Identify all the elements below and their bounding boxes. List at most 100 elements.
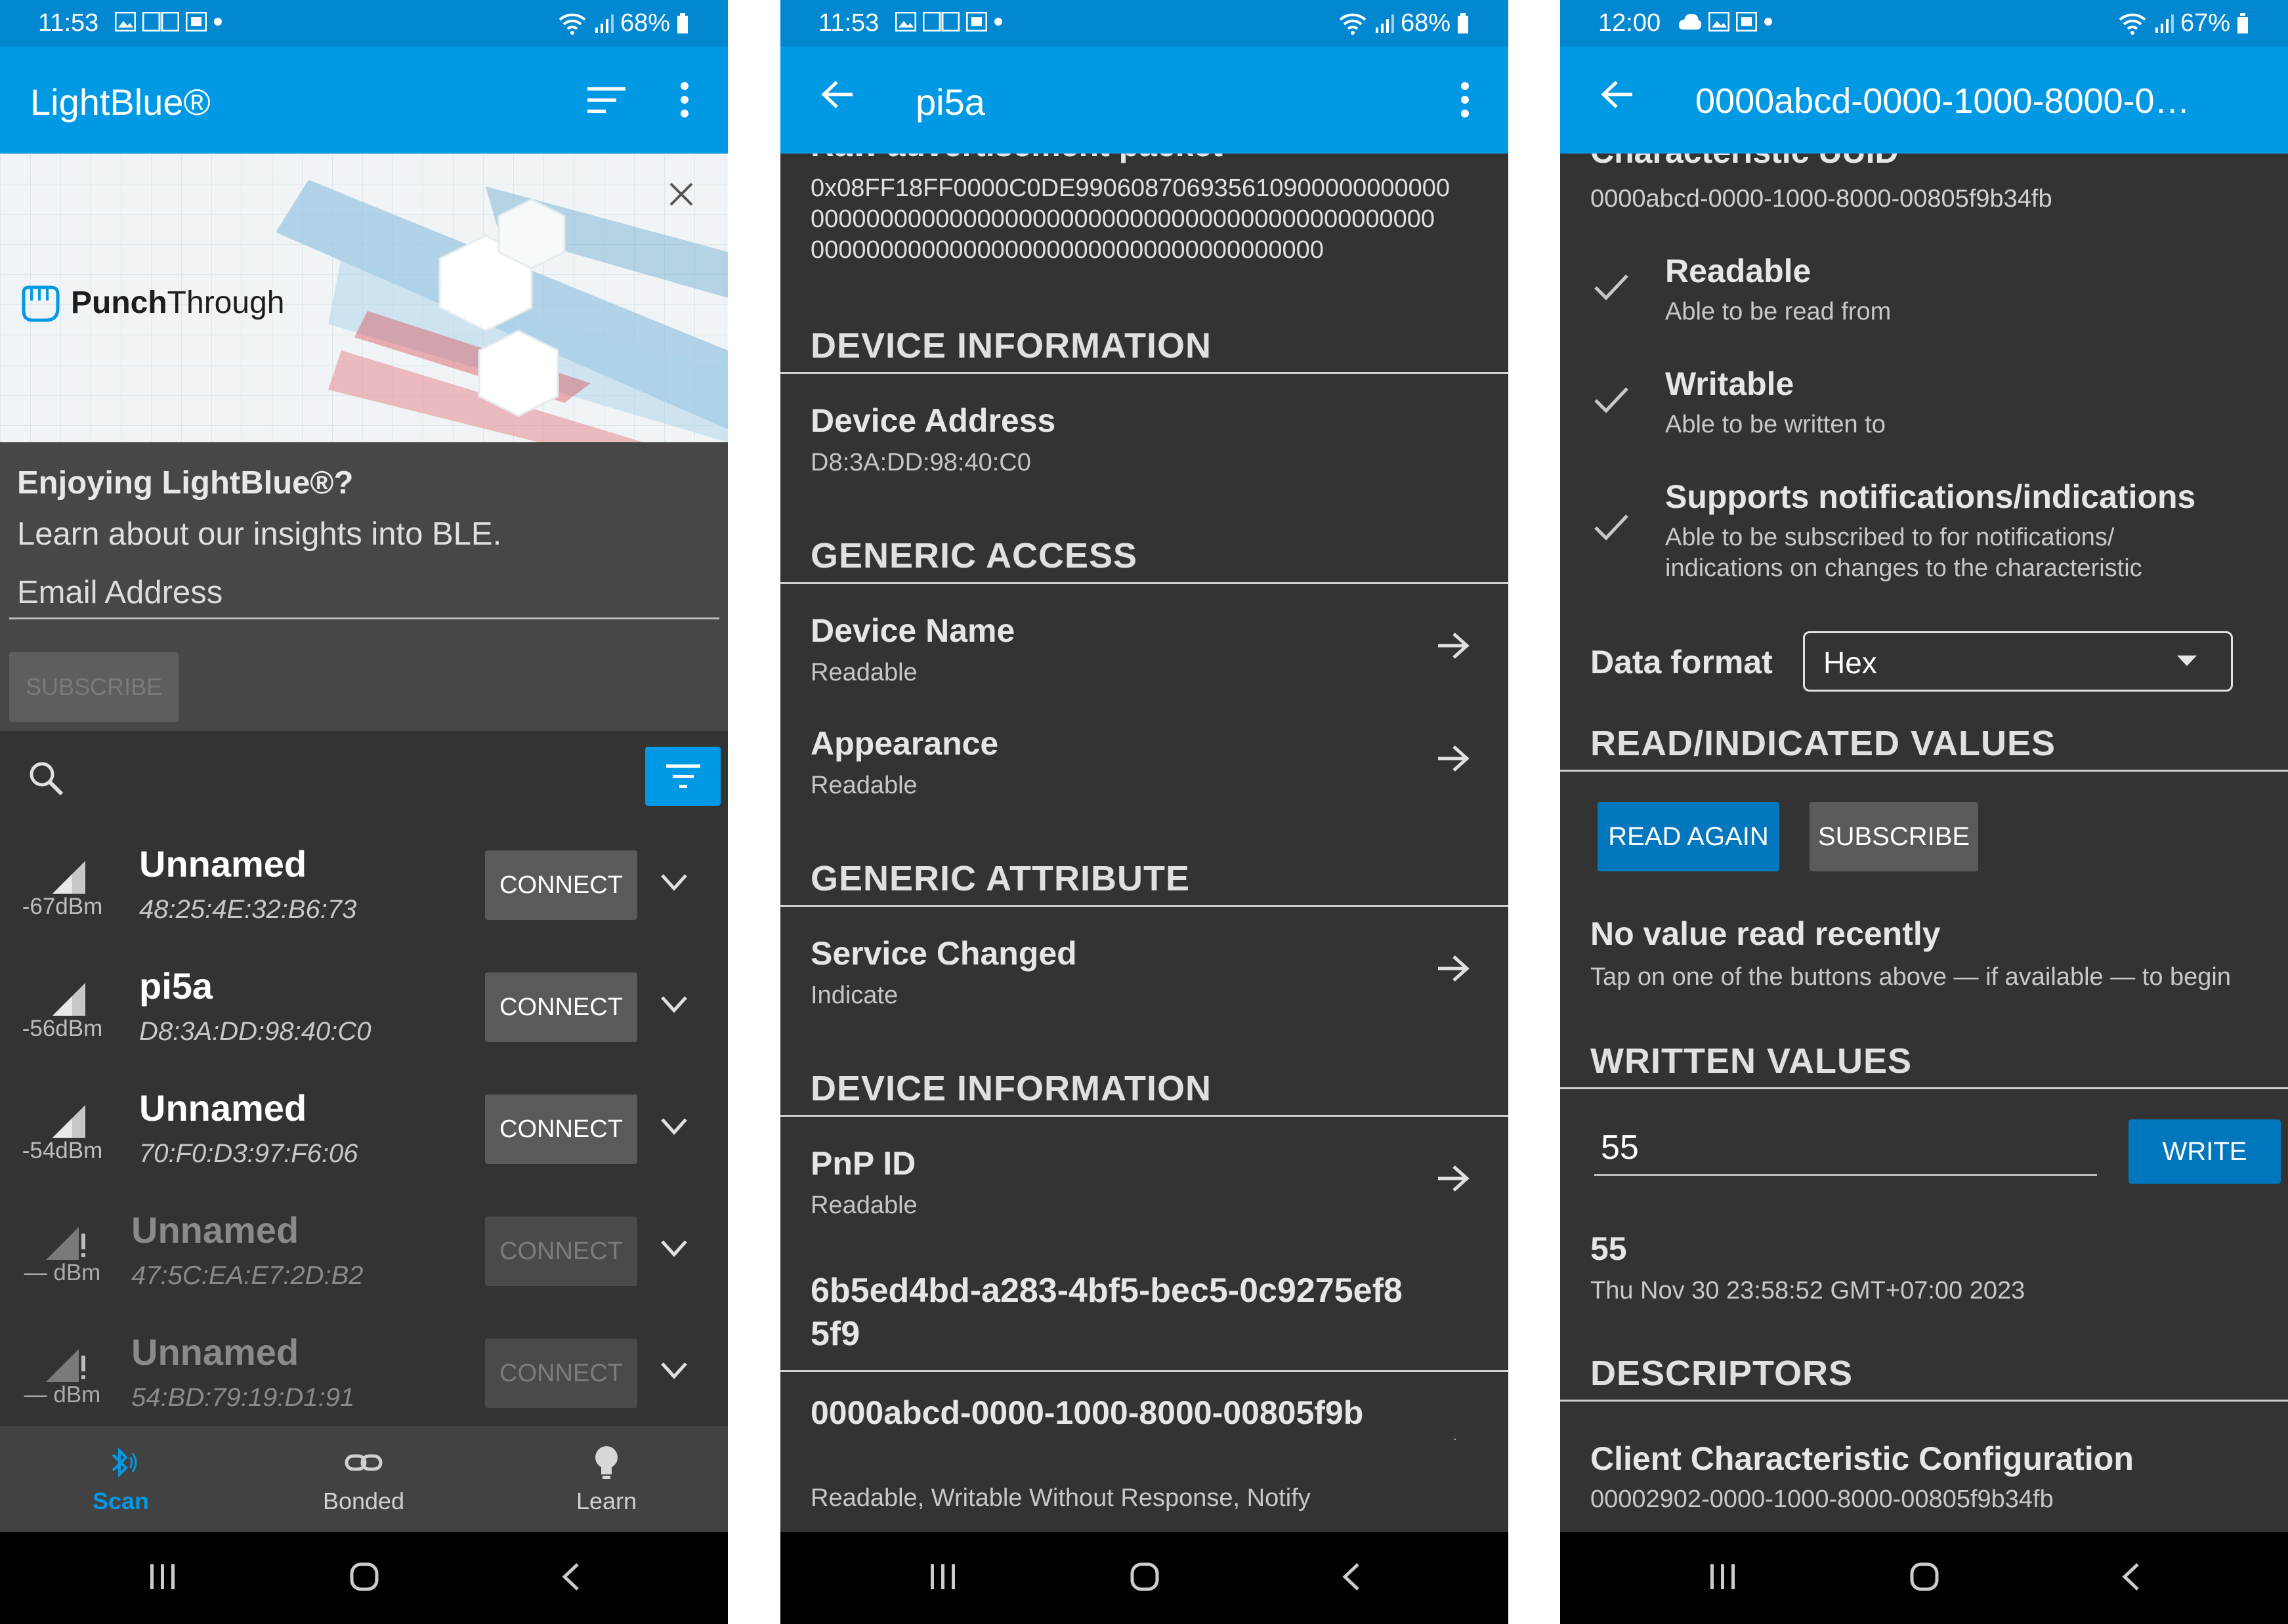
subscribe-button[interactable]: SUBSCRIBE: [9, 652, 179, 722]
arrow-right-icon[interactable]: [1437, 954, 1470, 983]
connect-button[interactable]: CONNECT: [485, 850, 637, 920]
rssi-value: -56dBm: [22, 1016, 103, 1041]
descriptor-uuid: 00002902-0000-1000-8000-00805f9b34fb: [1590, 1486, 2054, 1513]
write-button[interactable]: WRITE: [2129, 1119, 2281, 1184]
chevron-down-icon[interactable]: [660, 995, 689, 1014]
descriptor-title[interactable]: Client Characteristic Configuration: [1590, 1440, 2134, 1478]
custom-characteristic-uuid[interactable]: 0000abcd-0000-1000-8000-00805f9b 34fb: [811, 1392, 1363, 1440]
characteristic-device-name[interactable]: Device Name Readable: [811, 612, 1015, 687]
rssi-value: — dBm: [24, 1382, 101, 1407]
overflow-menu-icon[interactable]: [1460, 82, 1470, 117]
nav-learn[interactable]: Learn: [541, 1443, 672, 1515]
nav-scan[interactable]: Scan: [55, 1443, 186, 1515]
back-arrow-icon[interactable]: [1599, 79, 1634, 110]
section-header: GENERIC ATTRIBUTE: [780, 844, 1508, 907]
device-row[interactable]: -56dBm pi5a D8:3A:DD:98:40:C0 CONNECT: [0, 945, 728, 1067]
recent-apps-icon[interactable]: [148, 1562, 178, 1592]
characteristic-scroll[interactable]: Characteristic UUID 0000abcd-0000-1000-8…: [1560, 154, 2288, 1532]
back-nav-icon[interactable]: [559, 1562, 582, 1592]
arrow-right-icon[interactable]: [1437, 631, 1470, 660]
data-format-select[interactable]: Hex: [1803, 631, 2233, 692]
chevron-down-icon[interactable]: [660, 873, 689, 892]
rssi-value: — dBm: [24, 1260, 101, 1285]
back-nav-icon[interactable]: [1340, 1562, 1362, 1592]
signal-unknown-icon: [26, 1220, 89, 1262]
recent-apps-icon[interactable]: [928, 1562, 958, 1592]
home-icon[interactable]: [1130, 1562, 1160, 1592]
filter-button[interactable]: [645, 747, 721, 806]
app-icons: [923, 12, 960, 31]
scan-toolbar: [0, 731, 728, 823]
system-nav-bar: [780, 1532, 1508, 1624]
status-bar: 11:53 68%: [780, 0, 1508, 47]
arrow-right-icon[interactable]: [1437, 744, 1470, 773]
filter-icon: [666, 764, 700, 788]
device-row[interactable]: -54dBm Unnamed 70:F0:D3:97:F6:06 CONNECT: [0, 1067, 728, 1189]
check-icon: [1594, 387, 1628, 413]
email-field[interactable]: [9, 567, 719, 619]
characteristic-appearance[interactable]: Appearance Readable: [811, 724, 998, 800]
dropdown-triangle-icon: [2177, 656, 2197, 666]
raw-packet-label: Raw advertisement packet: [811, 154, 1223, 164]
connect-button[interactable]: CONNECT: [485, 1339, 637, 1408]
section-header: DEVICE INFORMATION: [780, 311, 1508, 374]
dot-icon: [214, 18, 222, 26]
section-header: GENERIC ACCESS: [780, 521, 1508, 584]
read-again-button[interactable]: READ AGAIN: [1598, 802, 1779, 871]
status-bar: 12:00 67%: [1560, 0, 2288, 47]
nav-bonded[interactable]: Bonded: [298, 1443, 429, 1515]
app-bar: 0000abcd-0000-1000-8000-0…: [1560, 47, 2288, 154]
home-icon[interactable]: [1909, 1562, 1939, 1592]
characteristic-pnp-id[interactable]: PnP ID Readable: [811, 1144, 918, 1220]
section-header: DEVICE INFORMATION: [780, 1054, 1508, 1117]
scan-screen: 11:53 68% LightBlue® PunchThrough Enjoyi…: [0, 0, 728, 1624]
chevron-down-icon[interactable]: [660, 1117, 689, 1136]
arrow-right-icon[interactable]: [1437, 1437, 1470, 1440]
dot-icon: [994, 18, 1002, 26]
item-value: D8:3A:DD:98:40:C0: [811, 449, 1031, 476]
device-row[interactable]: — dBm Unnamed 54:BD:79:19:D1:91 CONNECT: [0, 1311, 728, 1433]
home-icon[interactable]: [349, 1562, 379, 1592]
promo-banner[interactable]: PunchThrough: [0, 154, 728, 442]
connect-button[interactable]: CONNECT: [485, 972, 637, 1042]
write-value-input[interactable]: [1594, 1121, 2097, 1176]
connect-button[interactable]: CONNECT: [485, 1217, 637, 1286]
search-icon[interactable]: [28, 760, 64, 797]
device-row[interactable]: — dBm Unnamed 47:5C:EA:E7:2D:B2 CONNECT: [0, 1189, 728, 1311]
written-value: 55: [1590, 1230, 1627, 1267]
back-nav-icon[interactable]: [2119, 1562, 2142, 1592]
close-icon[interactable]: [668, 181, 694, 207]
rssi-value: -54dBm: [22, 1138, 103, 1163]
connect-button[interactable]: CONNECT: [485, 1094, 637, 1164]
nav-scan-label: Scan: [92, 1488, 150, 1514]
back-arrow-icon[interactable]: [820, 79, 854, 110]
item-title: PnP ID: [811, 1145, 916, 1182]
link-icon: [345, 1454, 383, 1471]
signal-icon: [1375, 14, 1394, 33]
wifi-icon: [2119, 13, 2146, 35]
battery-percent: 68%: [1400, 9, 1451, 37]
chevron-down-icon[interactable]: [660, 1239, 689, 1259]
rssi-value: -67dBm: [22, 894, 103, 919]
sort-icon[interactable]: [587, 86, 625, 115]
system-nav-bar: [1560, 1532, 2288, 1624]
device-name: Unnamed: [131, 1331, 299, 1373]
overflow-menu-icon[interactable]: [679, 82, 690, 117]
status-right: 67%: [2117, 9, 2249, 37]
characteristic-service-changed[interactable]: Service Changed Indicate: [811, 934, 1077, 1010]
arrow-right-icon[interactable]: [1437, 1164, 1470, 1193]
status-time: 11:53: [38, 9, 99, 37]
custom-service-uuid[interactable]: 6b5ed4bd-a283-4bf5-bec5-0c9275ef8 5f9: [811, 1269, 1403, 1356]
bluetooth-searching-icon: [112, 1447, 137, 1478]
punchthrough-logo-icon: [22, 285, 60, 322]
notification-icons: [1678, 12, 1773, 31]
item-title: Service Changed: [811, 935, 1077, 972]
recent-apps-icon[interactable]: [1708, 1562, 1738, 1592]
notification-icons: [895, 12, 1003, 31]
subscribe-button[interactable]: SUBSCRIBE: [1810, 802, 1978, 871]
check-icon: [1594, 274, 1628, 301]
device-details-scroll[interactable]: Raw advertisement packet 0x08FF18FF0000C…: [780, 154, 1508, 1440]
device-row[interactable]: -67dBm Unnamed 48:25:4E:32:B6:73 CONNECT: [0, 823, 728, 945]
chevron-down-icon[interactable]: [660, 1361, 689, 1381]
signal-strength-icon: [26, 854, 89, 896]
